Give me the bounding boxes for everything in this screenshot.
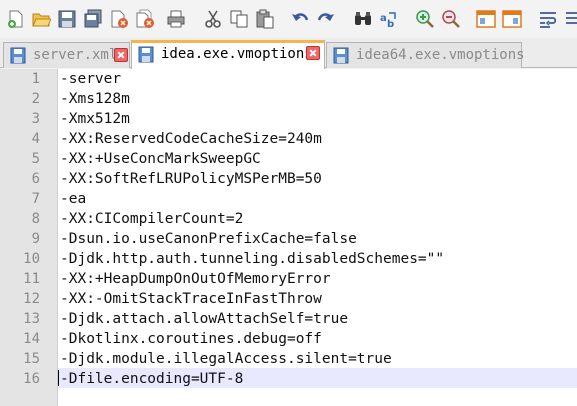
sync-horizontal-button[interactable] bbox=[502, 9, 522, 29]
svg-text:a: a bbox=[380, 13, 387, 24]
line-number: 7 bbox=[31, 191, 40, 207]
close-icon[interactable] bbox=[306, 46, 320, 60]
show-all-chars-button[interactable] bbox=[564, 9, 577, 29]
save-button[interactable] bbox=[57, 9, 77, 29]
code-line[interactable]: -XX:ReservedCodeCacheSize=240m bbox=[60, 129, 322, 149]
svg-text:b: b bbox=[387, 19, 394, 29]
zoom-in-icon bbox=[416, 10, 434, 28]
tab-idea-exe-vmoptions[interactable]: idea.exe.vmoptions bbox=[131, 40, 325, 69]
line-number: 2 bbox=[31, 91, 40, 107]
save-all-button[interactable] bbox=[83, 9, 103, 29]
sync-vertical-button[interactable] bbox=[476, 9, 496, 29]
tab-label: server.xml bbox=[33, 47, 118, 63]
line-number: 15 bbox=[23, 351, 40, 367]
tab-idea64-exe-vmoptions[interactable]: idea64.exe.vmoptions bbox=[326, 42, 525, 68]
code-line[interactable]: -Dsun.io.useCanonPrefixCache=false bbox=[60, 229, 357, 249]
close-file-icon bbox=[111, 10, 128, 28]
undo-icon bbox=[292, 13, 309, 21]
print-icon bbox=[167, 10, 185, 28]
sync-vertical-icon bbox=[476, 10, 496, 28]
save-icon bbox=[58, 10, 76, 28]
tab-server-xml[interactable]: server.xml bbox=[3, 42, 130, 68]
replace-button[interactable]: ab bbox=[379, 9, 399, 29]
close-icon[interactable] bbox=[114, 48, 128, 62]
close-all-icon bbox=[136, 9, 154, 28]
print-button[interactable] bbox=[166, 9, 186, 29]
word-wrap-icon bbox=[540, 12, 557, 28]
saved-file-icon bbox=[10, 47, 26, 64]
line-number: 14 bbox=[23, 331, 40, 347]
code-line[interactable]: -XX:-OmitStackTraceInFastThrow bbox=[60, 289, 322, 309]
line-number: 5 bbox=[31, 151, 40, 167]
code-line[interactable]: -Dfile.encoding=UTF-8 bbox=[60, 369, 243, 389]
line-number: 13 bbox=[23, 311, 40, 327]
replace-icon: ab bbox=[380, 12, 396, 29]
line-number: 6 bbox=[31, 171, 40, 187]
line-number: 1 bbox=[31, 71, 40, 87]
tab-bar: server.xml idea.exe.vmoptions idea64.exe… bbox=[0, 38, 577, 69]
line-number: 10 bbox=[23, 251, 40, 267]
tab-label: idea64.exe.vmoptions bbox=[356, 47, 525, 63]
code-line[interactable]: -ea bbox=[60, 189, 86, 209]
tab-label: idea.exe.vmoptions bbox=[161, 46, 313, 62]
close-file-button[interactable] bbox=[109, 9, 129, 29]
line-number: 8 bbox=[31, 211, 40, 227]
line-number: 3 bbox=[31, 111, 40, 127]
cut-button[interactable] bbox=[203, 9, 223, 29]
code-line[interactable]: -server bbox=[60, 69, 121, 89]
find-icon bbox=[355, 12, 371, 25]
redo-icon bbox=[317, 13, 334, 21]
text-editor[interactable]: 1 2 3 4 5 6 7 8 9 10 11 12 13 14 15 16 -server -Xms128m -… bbox=[0, 69, 577, 406]
code-line[interactable]: -Djdk.http.auth.tunneling.disabledScheme… bbox=[60, 249, 444, 269]
code-line[interactable]: -XX:CICompilerCount=2 bbox=[60, 209, 243, 229]
zoom-in-button[interactable] bbox=[415, 9, 435, 29]
line-number: 9 bbox=[31, 231, 40, 247]
new-file-icon bbox=[8, 10, 23, 28]
undo-button[interactable] bbox=[290, 9, 310, 29]
copy-icon bbox=[230, 10, 248, 28]
paste-icon bbox=[256, 9, 274, 29]
code-line[interactable]: -XX:+UseConcMarkSweepGC bbox=[60, 149, 261, 169]
zoom-out-icon bbox=[442, 10, 460, 28]
code-line[interactable]: -XX:+HeapDumpOnOutOfMemoryError bbox=[60, 269, 331, 289]
redo-button[interactable] bbox=[316, 9, 336, 29]
code-line[interactable]: -XX:SoftRefLRUPolicyMSPerMB=50 bbox=[60, 169, 322, 189]
code-line[interactable]: -Xms128m bbox=[60, 89, 130, 109]
code-line[interactable]: -Djdk.module.illegalAccess.silent=true bbox=[60, 349, 392, 369]
show-all-chars-icon bbox=[566, 12, 577, 24]
line-number-gutter: 1 2 3 4 5 6 7 8 9 10 11 12 13 14 15 16 bbox=[0, 69, 58, 406]
word-wrap-button[interactable] bbox=[538, 9, 558, 29]
text-caret bbox=[58, 370, 59, 386]
line-number: 4 bbox=[31, 131, 40, 147]
line-number: 11 bbox=[23, 271, 40, 287]
new-file-button[interactable] bbox=[6, 9, 26, 29]
open-folder-icon bbox=[32, 13, 51, 27]
code-line[interactable]: -Djdk.attach.allowAttachSelf=true bbox=[60, 309, 348, 329]
cut-icon bbox=[205, 10, 221, 28]
saved-file-icon bbox=[333, 47, 349, 64]
save-all-icon bbox=[84, 9, 102, 28]
code-line[interactable]: -Xmx512m bbox=[60, 109, 130, 129]
sync-horizontal-icon bbox=[502, 10, 522, 28]
zoom-out-button[interactable] bbox=[441, 9, 461, 29]
open-file-button[interactable] bbox=[31, 9, 51, 29]
find-button[interactable] bbox=[353, 9, 373, 29]
code-line[interactable]: -Dkotlinx.coroutines.debug=off bbox=[60, 329, 322, 349]
saved-file-icon bbox=[138, 46, 154, 63]
toolbar: ab bbox=[0, 0, 577, 38]
close-all-button[interactable] bbox=[135, 9, 155, 29]
line-number: 12 bbox=[23, 291, 40, 307]
line-number: 16 bbox=[23, 371, 40, 387]
paste-button[interactable] bbox=[255, 9, 275, 29]
copy-button[interactable] bbox=[229, 9, 249, 29]
